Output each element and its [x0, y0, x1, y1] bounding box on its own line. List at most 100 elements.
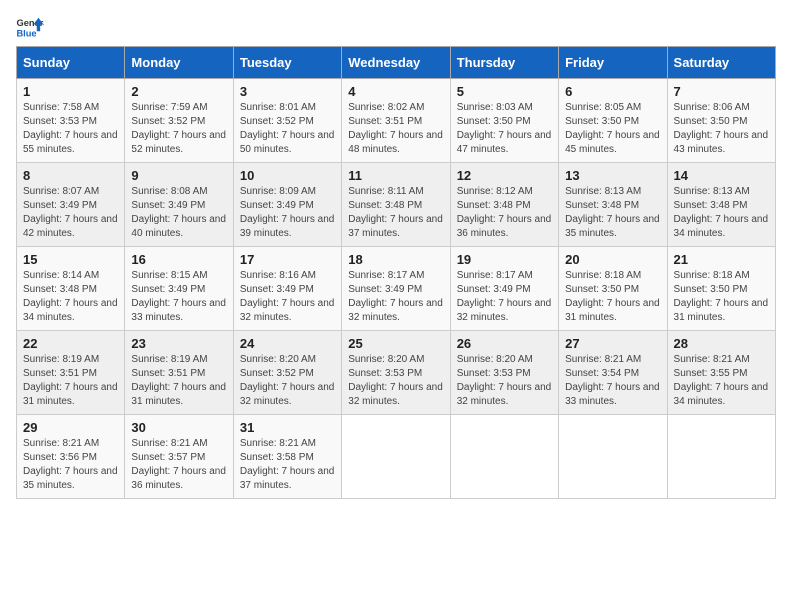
calendar-week-row: 15 Sunrise: 8:14 AMSunset: 3:48 PMDayligh…: [17, 247, 776, 331]
calendar-body: 1 Sunrise: 7:58 AMSunset: 3:53 PMDaylight…: [17, 79, 776, 499]
day-detail: Sunrise: 8:19 AMSunset: 3:51 PMDaylight:…: [131, 353, 226, 409]
header-cell-monday: Monday: [125, 47, 233, 79]
calendar-cell: 18 Sunrise: 8:17 AMSunset: 3:49 PMDayligh…: [342, 247, 450, 331]
day-detail: Sunrise: 8:09 AMSunset: 3:49 PMDaylight:…: [240, 185, 335, 241]
calendar-cell: 14 Sunrise: 8:13 AMSunset: 3:48 PMDayligh…: [667, 163, 775, 247]
calendar-cell: 3 Sunrise: 8:01 AMSunset: 3:52 PMDaylight…: [233, 79, 341, 163]
header-cell-saturday: Saturday: [667, 47, 775, 79]
header-cell-friday: Friday: [559, 47, 667, 79]
day-number: 10: [240, 168, 335, 183]
calendar-cell: 6 Sunrise: 8:05 AMSunset: 3:50 PMDaylight…: [559, 79, 667, 163]
day-number: 16: [131, 252, 226, 267]
calendar-cell: 1 Sunrise: 7:58 AMSunset: 3:53 PMDaylight…: [17, 79, 125, 163]
day-number: 6: [565, 84, 660, 99]
generalblue-logo-icon: General Blue: [16, 16, 44, 38]
day-detail: Sunrise: 7:58 AMSunset: 3:53 PMDaylight:…: [23, 101, 118, 157]
day-number: 26: [457, 336, 552, 351]
logo: General Blue: [16, 16, 44, 38]
day-detail: Sunrise: 8:21 AMSunset: 3:56 PMDaylight:…: [23, 437, 118, 493]
day-detail: Sunrise: 8:17 AMSunset: 3:49 PMDaylight:…: [348, 269, 443, 325]
calendar-table: SundayMondayTuesdayWednesdayThursdayFrid…: [16, 46, 776, 499]
day-number: 9: [131, 168, 226, 183]
day-detail: Sunrise: 8:19 AMSunset: 3:51 PMDaylight:…: [23, 353, 118, 409]
day-detail: Sunrise: 8:21 AMSunset: 3:57 PMDaylight:…: [131, 437, 226, 493]
calendar-week-row: 8 Sunrise: 8:07 AMSunset: 3:49 PMDaylight…: [17, 163, 776, 247]
day-number: 4: [348, 84, 443, 99]
calendar-cell: 22 Sunrise: 8:19 AMSunset: 3:51 PMDayligh…: [17, 331, 125, 415]
day-detail: Sunrise: 8:21 AMSunset: 3:58 PMDaylight:…: [240, 437, 335, 493]
day-number: 15: [23, 252, 118, 267]
calendar-cell: 31 Sunrise: 8:21 AMSunset: 3:58 PMDayligh…: [233, 415, 341, 499]
calendar-cell: 5 Sunrise: 8:03 AMSunset: 3:50 PMDaylight…: [450, 79, 558, 163]
day-detail: Sunrise: 8:20 AMSunset: 3:52 PMDaylight:…: [240, 353, 335, 409]
calendar-week-row: 1 Sunrise: 7:58 AMSunset: 3:53 PMDaylight…: [17, 79, 776, 163]
day-detail: Sunrise: 8:16 AMSunset: 3:49 PMDaylight:…: [240, 269, 335, 325]
calendar-cell: [559, 415, 667, 499]
header-cell-thursday: Thursday: [450, 47, 558, 79]
day-detail: Sunrise: 8:08 AMSunset: 3:49 PMDaylight:…: [131, 185, 226, 241]
day-detail: Sunrise: 8:05 AMSunset: 3:50 PMDaylight:…: [565, 101, 660, 157]
day-detail: Sunrise: 8:18 AMSunset: 3:50 PMDaylight:…: [674, 269, 769, 325]
day-detail: Sunrise: 8:21 AMSunset: 3:55 PMDaylight:…: [674, 353, 769, 409]
day-detail: Sunrise: 8:11 AMSunset: 3:48 PMDaylight:…: [348, 185, 443, 241]
day-detail: Sunrise: 8:13 AMSunset: 3:48 PMDaylight:…: [565, 185, 660, 241]
day-number: 12: [457, 168, 552, 183]
calendar-cell: 29 Sunrise: 8:21 AMSunset: 3:56 PMDayligh…: [17, 415, 125, 499]
calendar-cell: 19Sunrise: 8:17 AMSunset: 3:49 PMDayligh…: [450, 247, 558, 331]
calendar-week-row: 22 Sunrise: 8:19 AMSunset: 3:51 PMDayligh…: [17, 331, 776, 415]
day-detail: Sunrise: 8:07 AMSunset: 3:49 PMDaylight:…: [23, 185, 118, 241]
calendar-cell: 2Sunrise: 7:59 AMSunset: 3:52 PMDaylight…: [125, 79, 233, 163]
day-number: 29: [23, 420, 118, 435]
header-cell-tuesday: Tuesday: [233, 47, 341, 79]
day-number: 8: [23, 168, 118, 183]
calendar-week-row: 29 Sunrise: 8:21 AMSunset: 3:56 PMDayligh…: [17, 415, 776, 499]
calendar-cell: 4Sunrise: 8:02 AMSunset: 3:51 PMDaylight…: [342, 79, 450, 163]
calendar-cell: 21 Sunrise: 8:18 AMSunset: 3:50 PMDayligh…: [667, 247, 775, 331]
calendar-cell: 17 Sunrise: 8:16 AMSunset: 3:49 PMDayligh…: [233, 247, 341, 331]
calendar-cell: 13 Sunrise: 8:13 AMSunset: 3:48 PMDayligh…: [559, 163, 667, 247]
header-cell-wednesday: Wednesday: [342, 47, 450, 79]
day-number: 28: [674, 336, 769, 351]
calendar-cell: [450, 415, 558, 499]
calendar-cell: 23 Sunrise: 8:19 AMSunset: 3:51 PMDayligh…: [125, 331, 233, 415]
calendar-cell: 9 Sunrise: 8:08 AMSunset: 3:49 PMDaylight…: [125, 163, 233, 247]
day-detail: Sunrise: 8:01 AMSunset: 3:52 PMDaylight:…: [240, 101, 335, 157]
calendar-header-row: SundayMondayTuesdayWednesdayThursdayFrid…: [17, 47, 776, 79]
day-number: 30: [131, 420, 226, 435]
day-detail: Sunrise: 8:03 AMSunset: 3:50 PMDaylight:…: [457, 101, 552, 157]
day-number: 27: [565, 336, 660, 351]
day-detail: Sunrise: 8:13 AMSunset: 3:48 PMDaylight:…: [674, 185, 769, 241]
day-number: 21: [674, 252, 769, 267]
calendar-cell: 15 Sunrise: 8:14 AMSunset: 3:48 PMDayligh…: [17, 247, 125, 331]
calendar-cell: 30 Sunrise: 8:21 AMSunset: 3:57 PMDayligh…: [125, 415, 233, 499]
day-number: 7: [674, 84, 769, 99]
calendar-cell: 7 Sunrise: 8:06 AMSunset: 3:50 PMDaylight…: [667, 79, 775, 163]
day-number: 31: [240, 420, 335, 435]
day-detail: Sunrise: 8:06 AMSunset: 3:50 PMDaylight:…: [674, 101, 769, 157]
day-number: 17: [240, 252, 335, 267]
day-number: 5: [457, 84, 552, 99]
day-number: 22: [23, 336, 118, 351]
day-number: 13: [565, 168, 660, 183]
day-number: 18: [348, 252, 443, 267]
calendar-cell: 26Sunrise: 8:20 AMSunset: 3:53 PMDayligh…: [450, 331, 558, 415]
calendar-cell: 16 Sunrise: 8:15 AMSunset: 3:49 PMDayligh…: [125, 247, 233, 331]
day-detail: Sunrise: 8:20 AMSunset: 3:53 PMDaylight:…: [348, 353, 443, 409]
calendar-cell: 12Sunrise: 8:12 AMSunset: 3:48 PMDayligh…: [450, 163, 558, 247]
day-number: 23: [131, 336, 226, 351]
day-number: 1: [23, 84, 118, 99]
day-number: 19: [457, 252, 552, 267]
day-detail: Sunrise: 8:15 AMSunset: 3:49 PMDaylight:…: [131, 269, 226, 325]
day-number: 3: [240, 84, 335, 99]
calendar-cell: 27Sunrise: 8:21 AMSunset: 3:54 PMDayligh…: [559, 331, 667, 415]
day-number: 14: [674, 168, 769, 183]
calendar-cell: 28 Sunrise: 8:21 AMSunset: 3:55 PMDayligh…: [667, 331, 775, 415]
day-detail: Sunrise: 7:59 AMSunset: 3:52 PMDaylight:…: [131, 101, 226, 157]
calendar-cell: 25Sunrise: 8:20 AMSunset: 3:53 PMDayligh…: [342, 331, 450, 415]
header: General Blue: [16, 16, 776, 38]
day-detail: Sunrise: 8:14 AMSunset: 3:48 PMDaylight:…: [23, 269, 118, 325]
calendar-cell: [667, 415, 775, 499]
day-number: 11: [348, 168, 443, 183]
header-cell-sunday: Sunday: [17, 47, 125, 79]
calendar-cell: 10 Sunrise: 8:09 AMSunset: 3:49 PMDayligh…: [233, 163, 341, 247]
